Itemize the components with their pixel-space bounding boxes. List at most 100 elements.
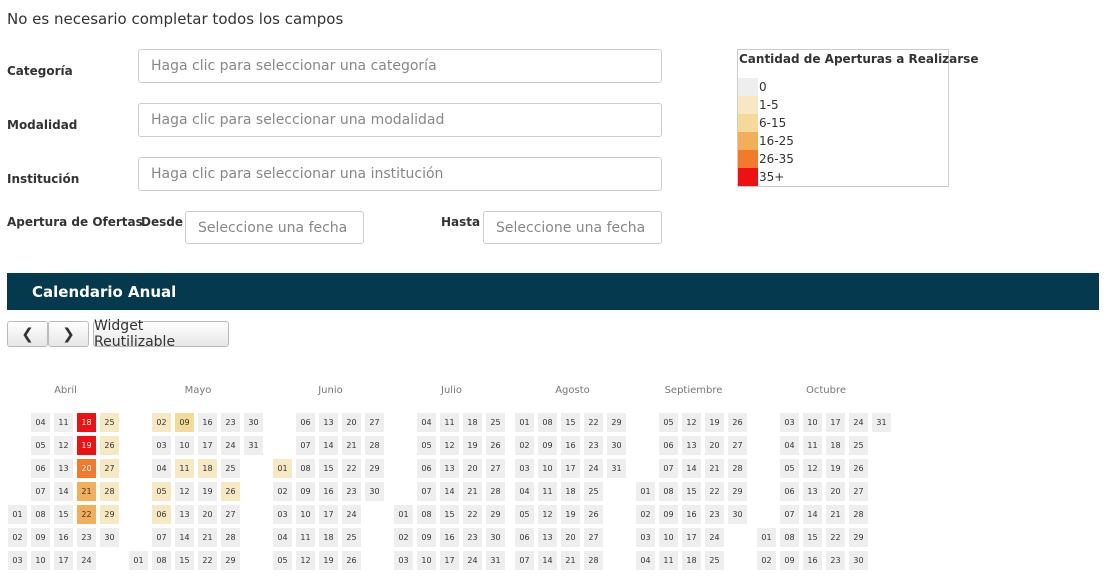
categoria-input[interactable]: Haga clic para seleccionar una categoría: [138, 49, 662, 83]
calendar-day[interactable]: 15: [319, 459, 338, 478]
calendar-day[interactable]: 22: [77, 505, 96, 524]
calendar-day[interactable]: 23: [77, 528, 96, 547]
calendar-day[interactable]: 10: [175, 436, 194, 455]
calendar-day[interactable]: 22: [342, 459, 361, 478]
calendar-day[interactable]: 11: [296, 528, 315, 547]
calendar-day[interactable]: 22: [198, 551, 217, 570]
calendar-day[interactable]: 28: [728, 459, 747, 478]
calendar-day[interactable]: 15: [682, 482, 701, 501]
calendar-day[interactable]: 27: [849, 482, 868, 501]
calendar-day[interactable]: 20: [77, 459, 96, 478]
desde-date-input[interactable]: Seleccione una fecha: [185, 211, 364, 244]
calendar-day[interactable]: 23: [342, 482, 361, 501]
calendar-day[interactable]: 16: [319, 482, 338, 501]
calendar-day[interactable]: 03: [515, 459, 534, 478]
calendar-day[interactable]: 20: [705, 436, 724, 455]
calendar-day[interactable]: 08: [296, 459, 315, 478]
calendar-day[interactable]: 01: [757, 528, 776, 547]
calendar-day[interactable]: 05: [273, 551, 292, 570]
calendar-day[interactable]: 13: [175, 505, 194, 524]
calendar-day[interactable]: 31: [244, 436, 263, 455]
calendar-day[interactable]: 28: [849, 505, 868, 524]
calendar-day[interactable]: 14: [538, 551, 557, 570]
calendar-day[interactable]: 09: [659, 505, 678, 524]
calendar-day[interactable]: 01: [129, 551, 148, 570]
calendar-day[interactable]: 19: [463, 436, 482, 455]
calendar-day[interactable]: 25: [221, 459, 240, 478]
calendar-day[interactable]: 04: [31, 413, 50, 432]
calendar-day[interactable]: 03: [394, 551, 413, 570]
calendar-day[interactable]: 24: [584, 459, 603, 478]
calendar-day[interactable]: 06: [152, 505, 171, 524]
calendar-day[interactable]: 18: [561, 482, 580, 501]
calendar-day[interactable]: 26: [728, 413, 747, 432]
calendar-day[interactable]: 21: [342, 436, 361, 455]
calendar-day[interactable]: 19: [826, 459, 845, 478]
calendar-day[interactable]: 14: [175, 528, 194, 547]
calendar-day[interactable]: 08: [152, 551, 171, 570]
calendar-day[interactable]: 18: [77, 413, 96, 432]
calendar-day[interactable]: 28: [486, 482, 505, 501]
calendar-day[interactable]: 08: [417, 505, 436, 524]
calendar-day[interactable]: 24: [77, 551, 96, 570]
calendar-day[interactable]: 23: [705, 505, 724, 524]
calendar-day[interactable]: 03: [8, 551, 27, 570]
calendar-day[interactable]: 25: [342, 528, 361, 547]
calendar-day[interactable]: 26: [221, 482, 240, 501]
calendar-day[interactable]: 17: [198, 436, 217, 455]
calendar-day[interactable]: 29: [100, 505, 119, 524]
calendar-day[interactable]: 12: [803, 459, 822, 478]
calendar-day[interactable]: 29: [221, 551, 240, 570]
calendar-day[interactable]: 17: [826, 413, 845, 432]
calendar-day[interactable]: 13: [54, 459, 73, 478]
calendar-day[interactable]: 06: [780, 482, 799, 501]
calendar-day[interactable]: 24: [849, 413, 868, 432]
widget-reutilizable-button[interactable]: Widget Reutilizable: [93, 318, 229, 350]
calendar-day[interactable]: 05: [31, 436, 50, 455]
calendar-day[interactable]: 31: [872, 413, 891, 432]
calendar-day[interactable]: 09: [780, 551, 799, 570]
calendar-day[interactable]: 18: [682, 551, 701, 570]
calendar-day[interactable]: 11: [803, 436, 822, 455]
calendar-day[interactable]: 03: [780, 413, 799, 432]
calendar-day[interactable]: 04: [417, 413, 436, 432]
calendar-day[interactable]: 09: [31, 528, 50, 547]
calendar-day[interactable]: 18: [319, 528, 338, 547]
calendar-day[interactable]: 14: [682, 459, 701, 478]
calendar-day[interactable]: 27: [486, 459, 505, 478]
calendar-day[interactable]: 20: [463, 459, 482, 478]
calendar-day[interactable]: 10: [31, 551, 50, 570]
calendar-day[interactable]: 18: [463, 413, 482, 432]
calendar-day[interactable]: 08: [659, 482, 678, 501]
calendar-day[interactable]: 07: [152, 528, 171, 547]
calendar-day[interactable]: 19: [319, 551, 338, 570]
calendar-day[interactable]: 05: [780, 459, 799, 478]
calendar-day[interactable]: 12: [682, 413, 701, 432]
calendar-day[interactable]: 30: [486, 528, 505, 547]
calendar-day[interactable]: 22: [826, 528, 845, 547]
calendar-day[interactable]: 04: [515, 482, 534, 501]
calendar-day[interactable]: 20: [826, 482, 845, 501]
calendar-day[interactable]: 06: [31, 459, 50, 478]
calendar-day[interactable]: 14: [803, 505, 822, 524]
calendar-day[interactable]: 16: [198, 413, 217, 432]
calendar-day[interactable]: 12: [175, 482, 194, 501]
calendar-day[interactable]: 17: [682, 528, 701, 547]
calendar-day[interactable]: 29: [728, 482, 747, 501]
calendar-day[interactable]: 09: [538, 436, 557, 455]
calendar-day[interactable]: 24: [463, 551, 482, 570]
calendar-day[interactable]: 13: [803, 482, 822, 501]
calendar-day[interactable]: 17: [561, 459, 580, 478]
calendar-day[interactable]: 29: [486, 505, 505, 524]
calendar-day[interactable]: 21: [561, 551, 580, 570]
calendar-day[interactable]: 30: [607, 436, 626, 455]
calendar-day[interactable]: 11: [659, 551, 678, 570]
calendar-day[interactable]: 10: [417, 551, 436, 570]
calendar-day[interactable]: 23: [584, 436, 603, 455]
calendar-day[interactable]: 04: [273, 528, 292, 547]
calendar-day[interactable]: 03: [273, 505, 292, 524]
calendar-day[interactable]: 03: [152, 436, 171, 455]
calendar-day[interactable]: 30: [728, 505, 747, 524]
calendar-day[interactable]: 01: [273, 459, 292, 478]
calendar-day[interactable]: 19: [198, 482, 217, 501]
